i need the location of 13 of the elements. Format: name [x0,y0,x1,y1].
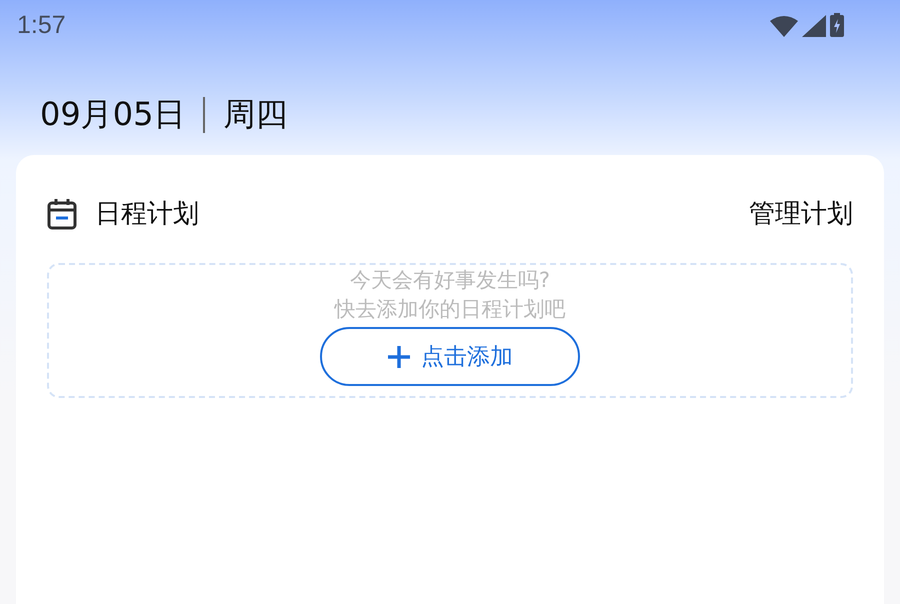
add-button[interactable]: 点击添加 [320,327,580,386]
wifi-icon [770,15,798,37]
signal-icon [802,15,826,37]
battery-icon [830,13,844,37]
status-time: 1:57 [17,10,66,40]
plus-icon [387,344,411,368]
weekday-text: 周四 [223,94,288,135]
date-text: 09月05日 [40,94,186,135]
empty-hint: 快去添加你的日程计划吧 [334,296,566,323]
card-title: 日程计划 [95,198,199,231]
calendar-icon [47,198,77,230]
manage-plan-link[interactable]: 管理计划 [749,196,853,231]
empty-hint: 今天会有好事发生吗? [350,267,550,294]
